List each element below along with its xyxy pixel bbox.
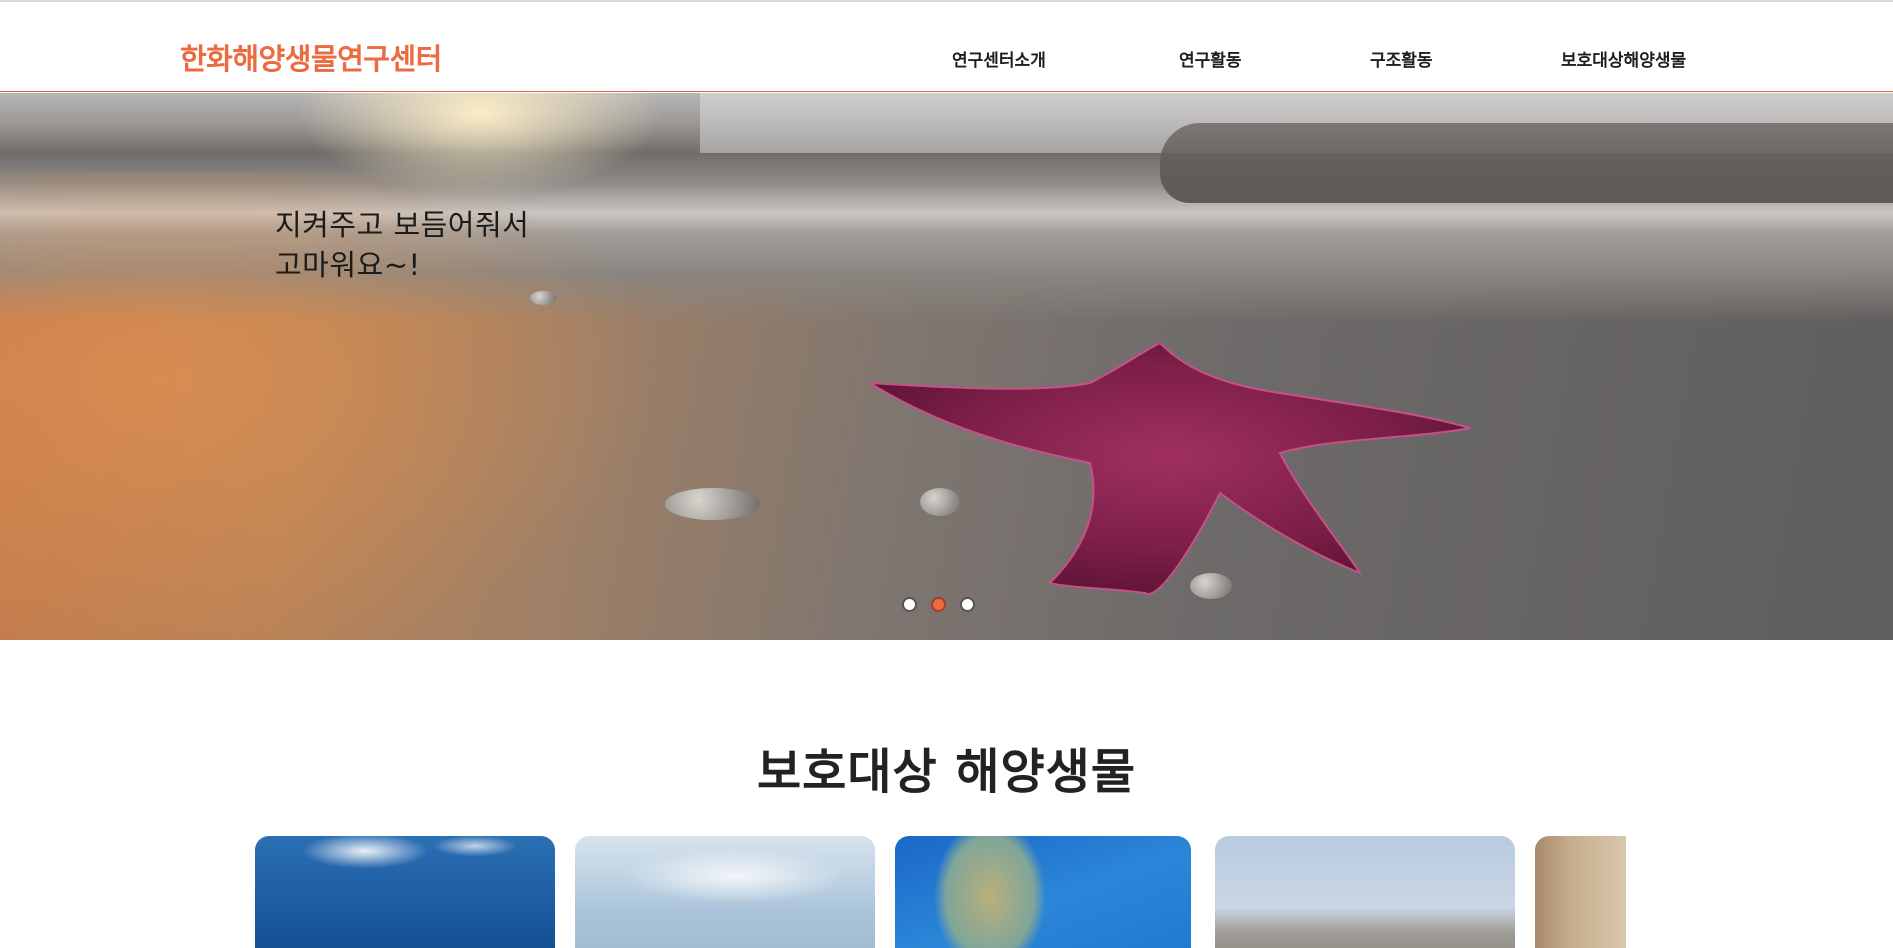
hero-caption-line-2: 고마워요~! [275,248,421,282]
nav-item-protected-species[interactable]: 보호대상해양생물 [1561,46,1686,71]
species-card-2[interactable] [575,836,875,948]
species-card-4[interactable] [1215,836,1515,948]
section-title: 보호대상 해양생물 [757,744,1136,800]
slider-dot-2-active[interactable] [931,597,946,612]
hero-image-wave [1160,123,1893,203]
species-card-list [0,836,1893,948]
slider-dot-1[interactable] [902,597,917,612]
hero-slider: 지켜주고 보듬어줘서 고마워요~! [0,93,1893,640]
nav-item-center-intro[interactable]: 연구센터소개 [952,46,1046,71]
species-card-1[interactable] [255,836,555,948]
nav-item-rescue[interactable]: 구조활동 [1370,46,1433,71]
hero-pebble [530,291,556,305]
starfish-image [869,343,1471,595]
slider-dot-3[interactable] [960,597,975,612]
hero-caption-line-1: 지켜주고 보듬어줘서 [275,208,530,242]
species-card-5[interactable] [1535,836,1626,948]
nav-item-research[interactable]: 연구활동 [1179,46,1242,71]
hero-caption: 지켜주고 보듬어줘서 고마워요~! [275,205,675,285]
species-card-3[interactable] [895,836,1191,948]
main-nav: 연구센터소개 연구활동 구조활동 보호대상해양생물 [0,46,1893,72]
hero-pebble [665,488,760,520]
site-header: 한화해양생물연구센터 연구센터소개 연구활동 구조활동 보호대상해양생물 [0,2,1893,92]
